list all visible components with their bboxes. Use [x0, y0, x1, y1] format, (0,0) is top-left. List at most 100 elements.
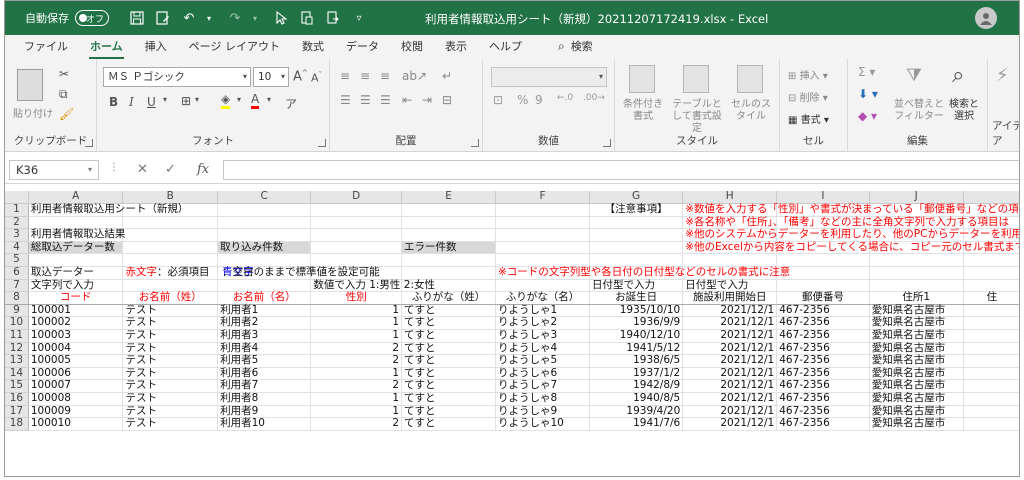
cell[interactable] [589, 228, 684, 242]
cell[interactable]: 467-2356 [776, 418, 870, 431]
cell[interactable] [122, 253, 219, 268]
cell[interactable] [869, 279, 964, 293]
format-as-table-icon[interactable] [683, 65, 709, 93]
header-address2[interactable]: 住 [963, 292, 1019, 305]
borders-icon[interactable]: ⊞ [181, 94, 191, 108]
cell[interactable]: りようしゃ9 [495, 405, 590, 419]
select-all-corner[interactable] [5, 191, 29, 205]
cell[interactable]: 1940/12/10 [589, 329, 684, 343]
cell[interactable]: 1939/4/20 [589, 405, 684, 419]
cell[interactable]: 100010 [28, 418, 124, 431]
header-address1[interactable]: 住所1 [869, 292, 964, 305]
cell[interactable]: テスト [122, 405, 219, 419]
tab-page-layout[interactable]: ページ レイアウト [178, 38, 291, 59]
sort-filter-icon[interactable]: ⧩ [906, 65, 922, 86]
autosum-icon[interactable]: Σ ▾ [858, 65, 875, 79]
row-header[interactable]: 5 [5, 254, 29, 268]
tab-formulas[interactable]: 数式 [291, 38, 335, 59]
cell[interactable] [495, 241, 590, 255]
cell[interactable]: てすと [401, 405, 496, 419]
cell[interactable] [963, 253, 1019, 268]
cell-f6[interactable]: ※コードの文字列型や各日付の日付型などのセルの書式に注意 [495, 266, 790, 280]
row-header[interactable]: 7 [5, 279, 29, 293]
cell[interactable]: てすと [401, 380, 496, 393]
pointer-icon[interactable] [271, 8, 291, 28]
cell[interactable]: 2021/12/1 [682, 405, 778, 419]
cell[interactable] [589, 241, 684, 255]
cell[interactable] [122, 241, 219, 255]
cell-a4[interactable]: 総取込データー数 [28, 241, 124, 255]
cell[interactable]: 1 [310, 392, 403, 406]
cell[interactable] [963, 316, 1019, 331]
cell[interactable] [310, 241, 403, 255]
undo-icon[interactable]: ↶ [179, 8, 199, 28]
cell[interactable]: テスト [122, 367, 219, 381]
cell[interactable]: 利用者2 [217, 317, 312, 331]
cell[interactable]: テスト [122, 317, 219, 331]
user-avatar-icon[interactable] [975, 7, 997, 29]
decrease-decimal-icon[interactable]: .00→ [583, 93, 605, 103]
cell[interactable]: 愛知県名古屋市 [869, 405, 964, 419]
column-header-g[interactable]: G [589, 191, 684, 205]
cell[interactable]: 100007 [28, 380, 124, 393]
grow-font-icon[interactable]: A^ [293, 69, 308, 84]
cell[interactable] [963, 279, 1019, 293]
name-box[interactable]: K36 ▾ [9, 160, 99, 180]
align-center-icon[interactable]: ☰ [360, 93, 371, 107]
redo-icon[interactable]: ↷ [225, 8, 245, 28]
cell[interactable]: 100009 [28, 405, 124, 419]
cell[interactable]: 100004 [28, 342, 124, 356]
format-cells-button[interactable]: ▦ 書式 ▾ [788, 111, 829, 126]
cell[interactable]: 2 [310, 342, 403, 356]
align-right-icon[interactable]: ☰ [380, 93, 391, 107]
cell[interactable]: 2021/12/1 [682, 355, 778, 368]
cell[interactable] [495, 203, 590, 217]
percent-icon[interactable]: % [517, 93, 528, 107]
column-header-d[interactable]: D [310, 191, 403, 205]
insert-cells-button[interactable]: ⊞ 挿入 ▾ [788, 67, 828, 82]
decrease-indent-icon[interactable]: ⇤ [402, 93, 412, 107]
cell[interactable]: 2021/12/1 [682, 380, 778, 393]
redo-dropdown-icon[interactable]: ▾ [245, 8, 265, 28]
autosave-toggle[interactable]: オフ [75, 10, 109, 26]
phonetic-guide-icon[interactable]: ア [285, 95, 297, 112]
tab-review[interactable]: 校閲 [390, 38, 434, 59]
cell-d7[interactable]: 数値で入力 1:男性 2:女性 [310, 279, 435, 293]
cell[interactable] [122, 216, 219, 230]
cell[interactable] [963, 405, 1019, 419]
row-header[interactable]: 9 [5, 304, 29, 318]
cell[interactable]: 2 [310, 418, 403, 431]
cell-a1[interactable]: 利用者情報取込用シート（新規） [28, 203, 188, 217]
cell[interactable] [963, 417, 1019, 431]
font-name-select[interactable]: ＭＳ Ｐゴシック ▾ [103, 67, 251, 87]
cell[interactable]: 利用者3 [217, 329, 312, 343]
cell-h7[interactable]: 日付型で入力 [682, 279, 778, 293]
cell[interactable] [217, 203, 312, 217]
cell[interactable]: 467-2356 [776, 367, 870, 381]
cell[interactable]: 愛知県名古屋市 [869, 342, 964, 356]
cell[interactable]: 100008 [28, 392, 124, 406]
cell-a7[interactable]: 文字列で入力 [28, 279, 124, 293]
cell[interactable]: 1941/7/6 [589, 418, 684, 431]
borders-dropdown-icon[interactable]: ▾ [195, 95, 199, 104]
shrink-font-icon[interactable]: Aˇ [311, 71, 322, 85]
formula-input[interactable] [223, 160, 1019, 180]
cell[interactable]: 100002 [28, 317, 124, 331]
number-format-select[interactable]: ▾ [491, 67, 607, 87]
fill-icon[interactable]: ⬇ ▾ [858, 87, 878, 101]
cell[interactable]: 利用者9 [217, 405, 312, 419]
cell[interactable]: 2021/12/1 [682, 392, 778, 406]
font-launcher-icon[interactable] [318, 139, 326, 147]
tab-insert[interactable]: 挿入 [134, 38, 178, 59]
cell[interactable]: てすと [401, 329, 496, 343]
header-code[interactable]: コード [28, 292, 124, 305]
cell[interactable]: てすと [401, 342, 496, 356]
cell[interactable]: テスト [122, 355, 219, 368]
cell[interactable]: テスト [122, 380, 219, 393]
cell[interactable]: 2 [310, 355, 403, 368]
row-header[interactable]: 13 [5, 355, 29, 368]
row-header[interactable]: 12 [5, 342, 29, 356]
cell[interactable] [776, 266, 870, 280]
cell[interactable]: りようしゃ5 [495, 355, 590, 368]
cell[interactable] [776, 253, 870, 268]
